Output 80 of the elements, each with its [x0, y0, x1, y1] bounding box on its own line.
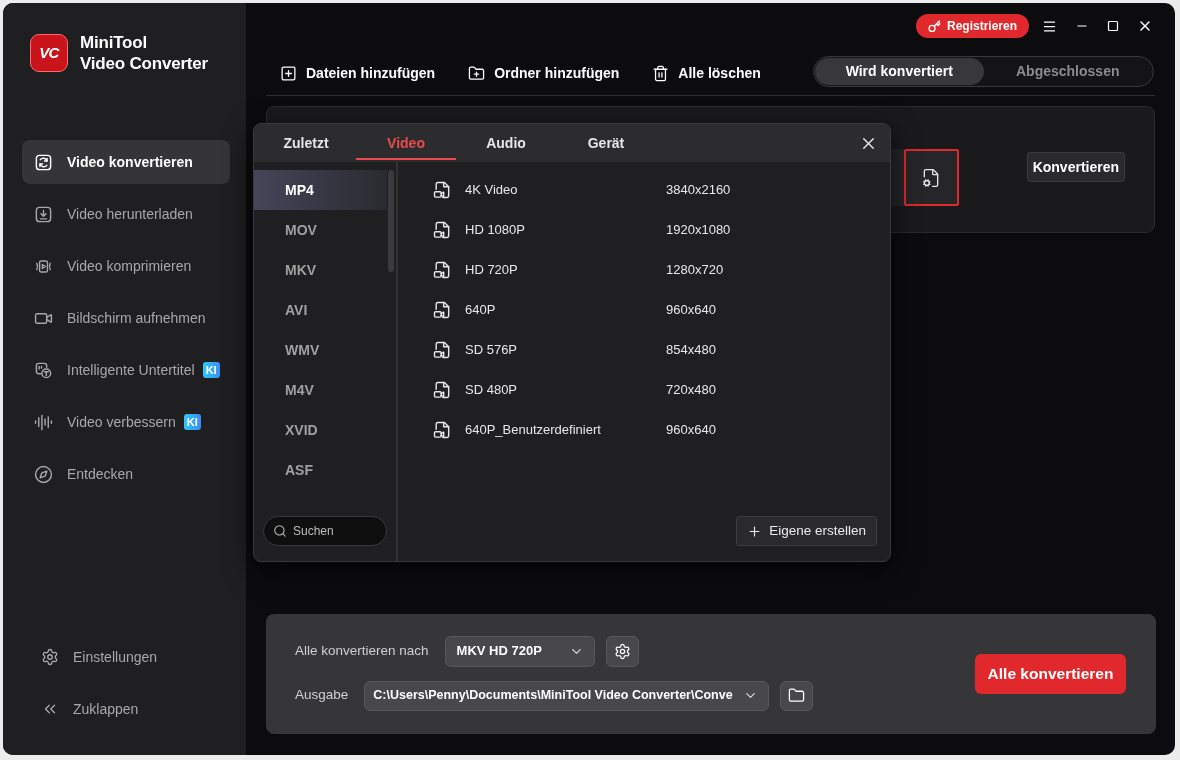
- sidebar-footer-item[interactable]: Zuklappen: [41, 687, 246, 731]
- format-item[interactable]: ASF: [254, 450, 387, 490]
- plus-icon: [747, 523, 763, 539]
- preset-resolution: 960x640: [666, 301, 716, 320]
- download-tray-icon: [34, 204, 53, 224]
- key-icon: [927, 19, 941, 33]
- format-tab[interactable]: Zuletzt: [256, 124, 356, 162]
- ki-badge: KI: [202, 362, 220, 378]
- video-file-icon: [432, 420, 452, 440]
- folder-button[interactable]: [779, 680, 813, 711]
- register-button[interactable]: Registrieren: [915, 14, 1029, 38]
- search-field[interactable]: Suchen: [263, 516, 387, 546]
- preset-name: SD 480P: [465, 381, 519, 400]
- preset-resolution: 1920x1080: [666, 221, 731, 240]
- convert-to-label: Alle konvertieren nach: [295, 641, 429, 660]
- preset-name: 640P: [465, 301, 497, 320]
- menu-icon[interactable]: [1042, 18, 1057, 34]
- app-logo: VC: [30, 34, 68, 72]
- convert-button[interactable]: Konvertieren: [1026, 152, 1125, 182]
- target-format-select[interactable]: MKV HD 720P: [444, 635, 595, 667]
- format-item[interactable]: MKV: [254, 250, 387, 290]
- status-tab[interactable]: Wird konvertiert: [815, 58, 984, 85]
- convert-all-button[interactable]: Alle konvertieren: [975, 654, 1126, 694]
- maximize-icon[interactable]: [1107, 20, 1119, 32]
- format-item[interactable]: AVI: [254, 290, 387, 330]
- format-item[interactable]: MP4: [254, 170, 387, 210]
- compass-icon: [34, 464, 53, 484]
- refresh-square-icon: [34, 152, 53, 172]
- trash-icon: [652, 64, 670, 82]
- format-tab[interactable]: Gerät: [556, 124, 656, 162]
- add-square-icon: [280, 64, 297, 82]
- toolbar-action[interactable]: Ordner hinzufügen: [468, 62, 620, 84]
- format-tab[interactable]: Audio: [456, 124, 556, 162]
- preset-resolution: 720x480: [666, 381, 716, 400]
- preset-name: 640P_Benutzerdefiniert: [465, 421, 602, 440]
- search-icon: [273, 524, 287, 538]
- toolbar-action[interactable]: Alle löschen: [652, 62, 761, 84]
- sidebar-footer-item[interactable]: Einstellungen: [41, 635, 246, 679]
- sidebar-item[interactable]: Video komprimieren: [22, 244, 230, 288]
- sidebar-item[interactable]: Video herunterladen: [22, 192, 230, 236]
- format-settings-button[interactable]: [605, 635, 639, 667]
- video-file-icon: [432, 260, 452, 280]
- video-file-icon: [432, 220, 452, 240]
- format-item[interactable]: WMV: [254, 330, 387, 370]
- format-item[interactable]: MOV: [254, 210, 387, 250]
- preset-name: SD 576P: [465, 341, 519, 360]
- status-tab[interactable]: Abgeschlossen: [983, 58, 1152, 85]
- sidebar-item[interactable]: Video verbessern KI: [22, 400, 230, 444]
- waveform-icon: [34, 412, 53, 432]
- scrollbar-thumb[interactable]: [388, 170, 394, 272]
- preset-resolution: 854x480: [666, 341, 716, 360]
- format-settings-button[interactable]: [903, 149, 959, 206]
- ki-badge: KI: [183, 414, 201, 430]
- sidebar-item[interactable]: Entdecken: [22, 452, 230, 496]
- preset-name: HD 720P: [465, 261, 519, 280]
- preset-resolution: 3840x2160: [666, 181, 731, 200]
- folder-icon: [787, 687, 805, 704]
- format-item[interactable]: XVID: [254, 410, 387, 450]
- preset-resolution: 1280x720: [666, 261, 724, 280]
- video-file-icon: [432, 180, 452, 200]
- folder-plus-icon: [468, 64, 486, 82]
- video-file-icon: [432, 300, 452, 320]
- format-tab[interactable]: Video: [356, 124, 456, 162]
- settings-icon: [613, 642, 631, 660]
- output-label: Ausgabe: [295, 686, 349, 705]
- preset-name: HD 1080P: [465, 221, 526, 240]
- settings-icon: [41, 648, 59, 666]
- sidebar-item[interactable]: Bildschirm aufnehmen: [22, 296, 230, 340]
- preset-resolution: 960x640: [666, 421, 716, 440]
- video-file-icon: [432, 380, 452, 400]
- create-custom-button[interactable]: Eigene erstellen: [736, 516, 877, 546]
- preset-name: 4K Video: [465, 181, 519, 200]
- video-file-icon: [432, 340, 452, 360]
- app-name: MiniTool Video Converter: [80, 32, 208, 74]
- sidebar-item[interactable]: Intelligente Untertitel KI: [22, 348, 230, 392]
- format-item[interactable]: M4V: [254, 370, 387, 410]
- toolbar-action[interactable]: Dateien hinzufügen: [280, 62, 436, 84]
- output-path-select[interactable]: C:\Users\Penny\Documents\MiniTool Video Converter\Conve: [364, 680, 769, 711]
- sidebar-item[interactable]: Video konvertieren: [22, 140, 230, 184]
- subtitle-icon: [34, 360, 53, 380]
